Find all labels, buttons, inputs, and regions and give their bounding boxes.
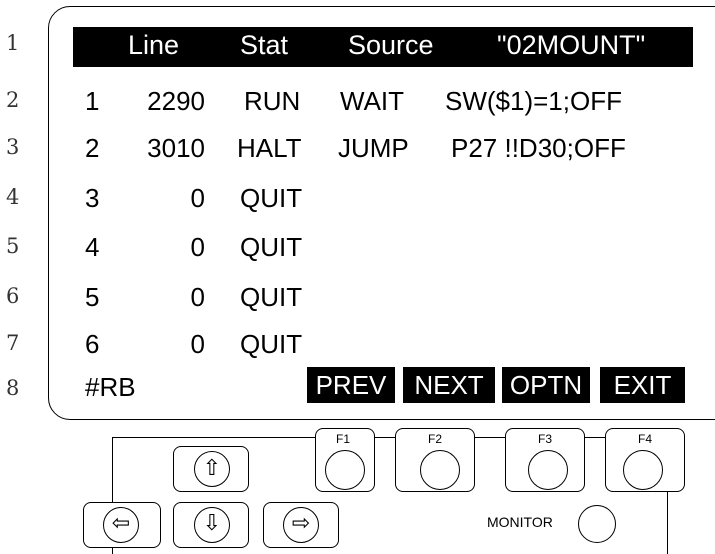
- line-number: 8: [6, 376, 20, 400]
- monitor-button[interactable]: [578, 505, 616, 543]
- up-arrow-icon: ⇧: [202, 456, 222, 481]
- f3-button[interactable]: [528, 450, 568, 490]
- line-number: 3: [6, 135, 20, 159]
- function-label-exit[interactable]: EXIT: [600, 367, 685, 403]
- line-number: 5: [6, 234, 20, 258]
- task-number: 2: [85, 133, 100, 163]
- f2-label: F2: [427, 432, 442, 446]
- header-line: Line: [128, 30, 180, 60]
- task-line: 2290: [147, 86, 205, 116]
- task-line: 0: [190, 282, 205, 312]
- header-program-name: "02MOUNT": [497, 30, 646, 60]
- task-number: 4: [85, 232, 100, 262]
- monitor-label: MONITOR: [487, 514, 553, 530]
- task-number: 1: [85, 86, 100, 116]
- task-status: QUIT: [240, 282, 303, 312]
- f1-button[interactable]: [325, 450, 365, 490]
- f4-label: F4: [637, 432, 652, 446]
- panel-top-edge: [375, 437, 395, 439]
- f3-label: F3: [537, 432, 552, 446]
- f2-button[interactable]: [420, 450, 460, 490]
- line-number: 4: [6, 185, 20, 209]
- task-detail: P27 !!D30;OFF: [451, 133, 626, 163]
- task-line: 0: [190, 232, 205, 262]
- right-arrow-icon: ⇨: [291, 511, 311, 536]
- line-number: 6: [6, 284, 20, 308]
- panel-right-edge: [667, 492, 669, 554]
- task-line: 0: [190, 329, 205, 359]
- header-stat: Stat: [240, 30, 289, 60]
- function-label-next[interactable]: NEXT: [403, 367, 495, 403]
- task-source: JUMP: [338, 133, 409, 163]
- panel-top-edge: [112, 437, 315, 439]
- left-arrow-icon: ⇦: [111, 511, 131, 536]
- panel-top-edge: [585, 437, 605, 439]
- task-number: 3: [85, 183, 100, 213]
- line-number: 7: [6, 331, 20, 355]
- task-status: RUN: [244, 86, 301, 116]
- task-status: QUIT: [240, 329, 303, 359]
- lcd-screen: [48, 6, 715, 420]
- task-source: WAIT: [340, 86, 405, 116]
- task-status: HALT: [237, 133, 302, 163]
- task-status: QUIT: [240, 232, 303, 262]
- function-label-optn[interactable]: OPTN: [502, 367, 590, 403]
- line-number: 1: [6, 31, 20, 55]
- task-status: QUIT: [240, 183, 303, 213]
- f1-label: F1: [335, 432, 350, 446]
- command-prompt: #RB: [85, 372, 136, 402]
- task-detail: SW($1)=1;OFF: [445, 86, 622, 116]
- task-number: 6: [85, 329, 100, 359]
- task-number: 5: [85, 282, 100, 312]
- task-line: 3010: [147, 133, 205, 163]
- task-line: 0: [190, 183, 205, 213]
- header-source: Source: [348, 30, 434, 60]
- f4-button[interactable]: [623, 450, 663, 490]
- line-number: 2: [6, 88, 20, 112]
- down-arrow-icon: ⇩: [202, 511, 222, 536]
- function-label-prev[interactable]: PREV: [307, 367, 395, 403]
- panel-top-edge: [475, 437, 505, 439]
